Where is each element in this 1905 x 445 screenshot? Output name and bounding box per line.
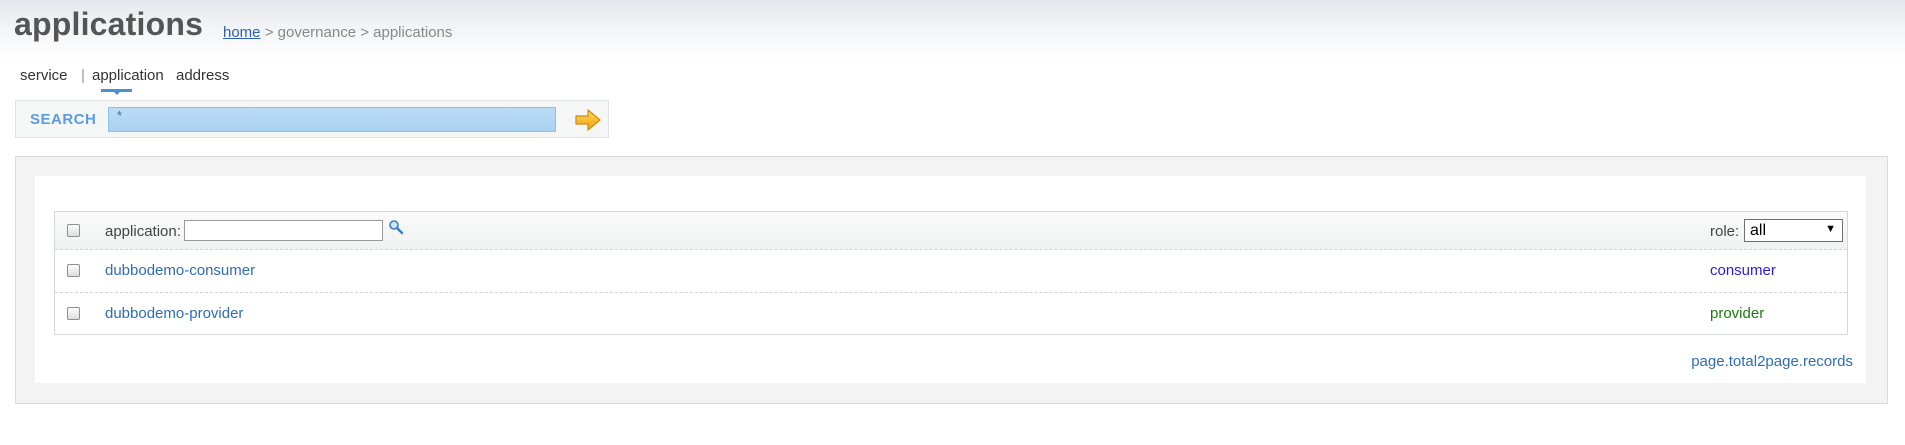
application-filter-input[interactable] — [184, 220, 383, 241]
content-inner: application: role: all ▼ dubbodemo-consu… — [35, 176, 1866, 383]
content-panel: application: role: all ▼ dubbodemo-consu… — [15, 156, 1888, 404]
search-input[interactable] — [108, 107, 556, 132]
pagination-info: page.total2page.records — [1691, 353, 1853, 370]
magnifier-icon[interactable] — [388, 219, 404, 235]
applications-table: application: role: all ▼ dubbodemo-consu… — [54, 211, 1848, 335]
row-checkbox[interactable] — [67, 307, 80, 320]
arrow-right-icon[interactable] — [574, 108, 602, 132]
role-select-value: all — [1750, 222, 1767, 239]
application-link[interactable]: dubbodemo-consumer — [105, 262, 255, 279]
role-select[interactable]: all ▼ — [1744, 219, 1843, 242]
page-title: applications — [14, 6, 204, 42]
tab-application[interactable]: application — [92, 67, 164, 84]
breadcrumb-separator: > — [264, 24, 274, 41]
search-bar: SEARCH — [15, 100, 609, 138]
breadcrumb-home-link[interactable]: home — [223, 24, 261, 41]
dropdown-arrow-icon: ▼ — [1825, 223, 1836, 235]
breadcrumb-governance: governance — [277, 24, 357, 41]
tab-divider: | — [81, 67, 85, 84]
breadcrumb-separator: > — [360, 24, 369, 41]
tab-service[interactable]: service — [20, 67, 68, 84]
role-filter-label: role: — [1710, 223, 1740, 240]
application-filter-label: application: — [105, 223, 181, 240]
role-value: provider — [1710, 305, 1765, 322]
row-checkbox[interactable] — [67, 264, 80, 277]
table-header: application: role: all ▼ — [55, 212, 1847, 250]
tab-address[interactable]: address — [176, 67, 229, 84]
breadcrumb-current: applications — [373, 24, 453, 41]
active-tab-indicator — [101, 89, 132, 95]
table-row: dubbodemo-consumer consumer — [55, 250, 1847, 293]
breadcrumb: home > governance > applications — [223, 24, 452, 41]
application-link[interactable]: dubbodemo-provider — [105, 305, 243, 322]
role-value: consumer — [1710, 262, 1776, 279]
table-row: dubbodemo-provider provider — [55, 293, 1847, 334]
search-label: SEARCH — [30, 111, 97, 128]
select-all-checkbox[interactable] — [67, 224, 80, 237]
